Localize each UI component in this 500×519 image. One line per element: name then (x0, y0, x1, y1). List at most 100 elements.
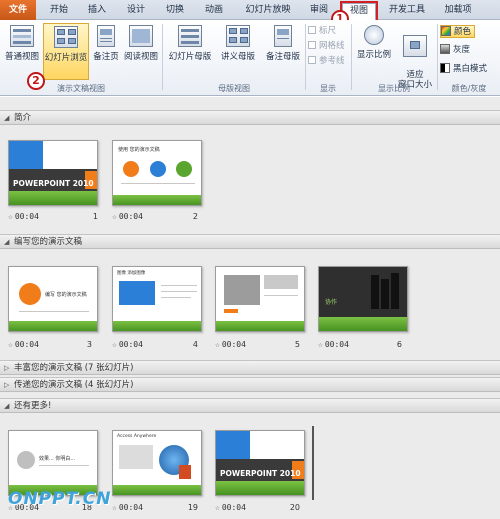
ruler-checkbox-box (308, 26, 316, 34)
tab-insert[interactable]: 插入 (82, 3, 112, 20)
grayscale-label: 灰度 (453, 45, 471, 55)
slide-graphic (176, 161, 192, 177)
slide-graphic (161, 291, 197, 292)
slide-thumbnail-2[interactable]: 使用 您的演示文稿 (112, 140, 202, 206)
slide-thumbnail-6[interactable]: 协作 (318, 266, 408, 332)
collapse-arrow-icon[interactable]: ◢ (4, 235, 14, 250)
slide-sorter-label: 幻灯片浏览 (44, 53, 88, 63)
powerpoint-icon (179, 465, 191, 479)
slide-thumbnail-3[interactable]: 编写 您的演示文稿 (8, 266, 98, 332)
slide-graphic (9, 141, 43, 169)
color-swatch-icon (441, 26, 451, 36)
gridlines-label: 网格线 (319, 41, 345, 51)
fit-to-window-button[interactable]: 适应 窗口大小 (395, 23, 435, 90)
collapse-arrow-icon[interactable]: ◢ (4, 399, 14, 414)
notes-page-label: 备注页 (93, 52, 119, 62)
reading-view-icon (129, 25, 153, 47)
ruler-checkbox[interactable]: 标尺 (308, 25, 336, 38)
slide-graphic (216, 481, 304, 495)
slide-graphic (371, 275, 379, 309)
normal-view-label: 普通视图 (4, 52, 39, 62)
slide-number: 2 (192, 212, 198, 221)
slide-thumbnail-19[interactable]: Access Anywhere (112, 430, 202, 496)
transition-star-icon: ☆ (112, 340, 117, 349)
guides-label: 参考线 (319, 56, 345, 66)
slide-graphic (224, 309, 238, 313)
zoom-button[interactable]: 显示比例 (354, 23, 394, 80)
tab-transitions[interactable]: 切换 (160, 3, 190, 20)
question-icon (17, 451, 35, 469)
notes-master-button[interactable]: 备注母版 (262, 23, 304, 80)
collapse-arrow-icon[interactable]: ◢ (4, 111, 14, 126)
section-header[interactable]: ◢ 编写您的演示文稿 (0, 234, 500, 249)
grayscale-option[interactable]: 灰度 (440, 44, 470, 57)
tab-developer[interactable]: 开发工具 (384, 3, 430, 20)
tab-animations[interactable]: 动画 (199, 3, 229, 20)
notes-master-label: 备注母版 (265, 52, 300, 62)
slide-graphic (161, 285, 197, 286)
slide-number: 4 (192, 340, 198, 349)
slide-thumbnail-20[interactable]: POWERPOINT 2010 (215, 430, 305, 496)
transition-star-icon: ☆ (215, 340, 220, 349)
slide-graphic (264, 295, 298, 296)
section-title: 编写您的演示文稿 (14, 237, 83, 247)
tab-addins[interactable]: 加载项 (438, 3, 478, 20)
black-white-swatch-icon (440, 63, 450, 73)
gridlines-checkbox[interactable]: 网格线 (308, 40, 345, 53)
section-title: 简介 (14, 113, 32, 123)
guides-checkbox[interactable]: 参考线 (308, 55, 345, 68)
tab-file[interactable]: 文件 (0, 0, 36, 20)
slide-graphic (19, 311, 89, 312)
tab-review[interactable]: 审阅 (304, 3, 334, 20)
slide-number: 5 (294, 340, 300, 349)
slide-graphic (119, 445, 153, 469)
reading-view-label: 阅读视图 (123, 52, 158, 62)
ribbon-tab-bar: 文件 开始 插入 设计 切换 动画 幻灯片放映 审阅 视图 开发工具 加载项 (0, 0, 500, 22)
slide-title-text: 图像 添加图像 (117, 271, 146, 276)
expand-arrow-icon[interactable]: ▷ (4, 361, 14, 376)
slide-title-text: 协作 (325, 299, 338, 306)
handout-master-button[interactable]: 讲义母版 (216, 23, 260, 80)
slide-sorter-button[interactable]: 幻灯片浏览 (43, 23, 89, 80)
slide-thumbnail-1[interactable]: POWERPOINT 2010 (8, 140, 98, 206)
notes-page-button[interactable]: 备注页 (90, 23, 122, 80)
tab-slideshow[interactable]: 幻灯片放映 (240, 3, 296, 20)
slide-timing: ☆ 00:04 (215, 340, 246, 349)
slide-graphic (216, 321, 304, 331)
reading-view-button[interactable]: 阅读视图 (122, 23, 160, 80)
handout-master-label: 讲义母版 (220, 52, 255, 62)
slide-graphic (119, 281, 155, 305)
slide-master-label: 幻灯片母版 (168, 52, 212, 62)
slide-graphic (39, 465, 89, 466)
slide-graphic (9, 321, 97, 331)
section-header[interactable]: ◢ 简介 (0, 110, 500, 125)
slide-title-text: POWERPOINT 2010 (13, 179, 94, 188)
section-header[interactable]: ◢ 还有更多! (0, 398, 500, 413)
slide-master-button[interactable]: 幻灯片母版 (166, 23, 214, 80)
slide-graphic (264, 275, 298, 289)
section-header[interactable]: ▷ 丰富您的演示文稿 (7 张幻灯片) (0, 360, 500, 375)
section-title: 丰富您的演示文稿 (7 张幻灯片) (14, 363, 134, 373)
slide-thumbnail-18[interactable]: 效果... 你明白... (8, 430, 98, 496)
expand-arrow-icon[interactable]: ▷ (4, 378, 14, 393)
slide-graphic (381, 279, 389, 309)
transition-star-icon: ☆ (112, 212, 117, 221)
group-divider (305, 24, 306, 90)
section-header[interactable]: ▷ 传递您的演示文稿 (4 张幻灯片) (0, 377, 500, 392)
slide-timing: ☆ 00:04 (112, 503, 143, 512)
slide-thumbnail-5[interactable] (215, 266, 305, 332)
transition-star-icon: ☆ (8, 340, 13, 349)
group-divider (437, 24, 438, 90)
watermark-logo: ONPPT.CN (8, 489, 112, 509)
fit-to-window-icon (403, 35, 427, 57)
presentation-views-group-label: 演示文稿视图 (57, 84, 105, 93)
slide-thumbnail-4[interactable]: 图像 添加图像 (112, 266, 202, 332)
color-option[interactable]: 颜色 (440, 25, 476, 38)
slide-graphic (113, 195, 201, 205)
tab-design[interactable]: 设计 (121, 3, 151, 20)
black-white-label: 黑白模式 (453, 64, 488, 74)
normal-view-icon (10, 25, 34, 47)
tab-home[interactable]: 开始 (44, 3, 74, 20)
black-white-option[interactable]: 黑白模式 (440, 63, 487, 76)
slide-graphic (161, 297, 191, 298)
